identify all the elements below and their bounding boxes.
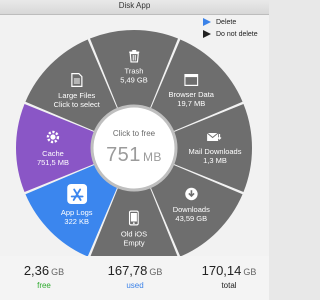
segment-size: 43,59 GB bbox=[175, 214, 208, 224]
segment-label-app-logs[interactable]: App Logs 322 KB bbox=[61, 184, 93, 226]
center-value: 751 MB bbox=[106, 144, 162, 167]
stat-value: 167,78 bbox=[107, 263, 148, 278]
black-flag-icon bbox=[203, 30, 211, 38]
gear-icon bbox=[37, 129, 69, 147]
segment-label-large-files[interactable]: Large Files Click to select bbox=[53, 72, 100, 109]
legend-item-delete: Delete bbox=[203, 16, 258, 28]
blue-flag-icon bbox=[203, 18, 211, 26]
stat-label: used bbox=[126, 281, 144, 290]
segment-size: Empty bbox=[123, 238, 145, 248]
center-value-number: 751 bbox=[106, 144, 141, 166]
stat-unit: GB bbox=[51, 267, 65, 277]
segment-size: 751,5 MB bbox=[36, 158, 70, 167]
app-store-icon bbox=[61, 184, 93, 206]
segment-name: Trash bbox=[124, 66, 144, 76]
segment-label-trash[interactable]: Trash 5,49 GB bbox=[120, 50, 148, 85]
segment-label-old-ios[interactable]: Old iOS Empty bbox=[120, 210, 148, 248]
stats-bar: 2,36 GB free 167,78 GB used 170,14 GB total bbox=[0, 256, 269, 300]
segment-size: 19,7 MB bbox=[177, 98, 206, 108]
mail-icon bbox=[189, 131, 242, 145]
app-window: Disk App Delete Do not delete Trash 5,49 … bbox=[0, 0, 269, 300]
phone-icon bbox=[121, 210, 147, 228]
segment-size: 5,49 GB bbox=[120, 75, 148, 85]
segment-size: 322 KB bbox=[64, 217, 90, 227]
segment-label-browser-data[interactable]: Browser Data 19,7 MB bbox=[168, 73, 214, 108]
stat-used: 167,78 GB used bbox=[100, 262, 170, 290]
legend-item-do-not-delete: Do not delete bbox=[203, 28, 258, 40]
segment-size: 1,3 MB bbox=[203, 156, 227, 165]
stat-value: 2,36 bbox=[23, 263, 50, 278]
stat-label: free bbox=[37, 281, 51, 290]
stat-value: 170,14 bbox=[201, 263, 242, 278]
segment-name: Cache bbox=[42, 149, 64, 158]
browser-window-icon bbox=[169, 73, 214, 88]
stat-unit: GB bbox=[243, 267, 257, 277]
segment-name: App Logs bbox=[60, 208, 93, 218]
segment-size: Click to select bbox=[53, 99, 100, 109]
center-free-button[interactable]: Click to free 751 MB bbox=[106, 129, 162, 167]
segment-name: Downloads bbox=[172, 205, 210, 215]
stat-unit: GB bbox=[149, 267, 163, 277]
stat-total: 170,14 GB total bbox=[194, 262, 264, 290]
segment-name: Old iOS bbox=[120, 229, 148, 239]
segment-name: Browser Data bbox=[168, 89, 214, 99]
segment-label-cache[interactable]: Cache 751,5 MB bbox=[37, 129, 69, 167]
segment-name: Large Files bbox=[58, 90, 96, 100]
trash-icon bbox=[120, 50, 148, 65]
segment-label-mail-downloads[interactable]: Mail Downloads 1,3 MB bbox=[188, 131, 242, 165]
legend: Delete Do not delete bbox=[203, 16, 258, 40]
legend-label: Delete bbox=[216, 18, 237, 26]
segment-label-downloads[interactable]: Downloads 43,59 GB bbox=[173, 187, 210, 223]
center-label: Click to free bbox=[112, 129, 156, 138]
stat-label: total bbox=[221, 281, 237, 290]
segment-name: Mail Downloads bbox=[188, 147, 242, 156]
document-icon bbox=[54, 72, 100, 89]
stat-free: 2,36 GB free bbox=[14, 262, 74, 290]
download-icon bbox=[173, 187, 210, 203]
legend-label: Do not delete bbox=[216, 30, 258, 38]
center-value-unit: MB bbox=[142, 150, 162, 164]
